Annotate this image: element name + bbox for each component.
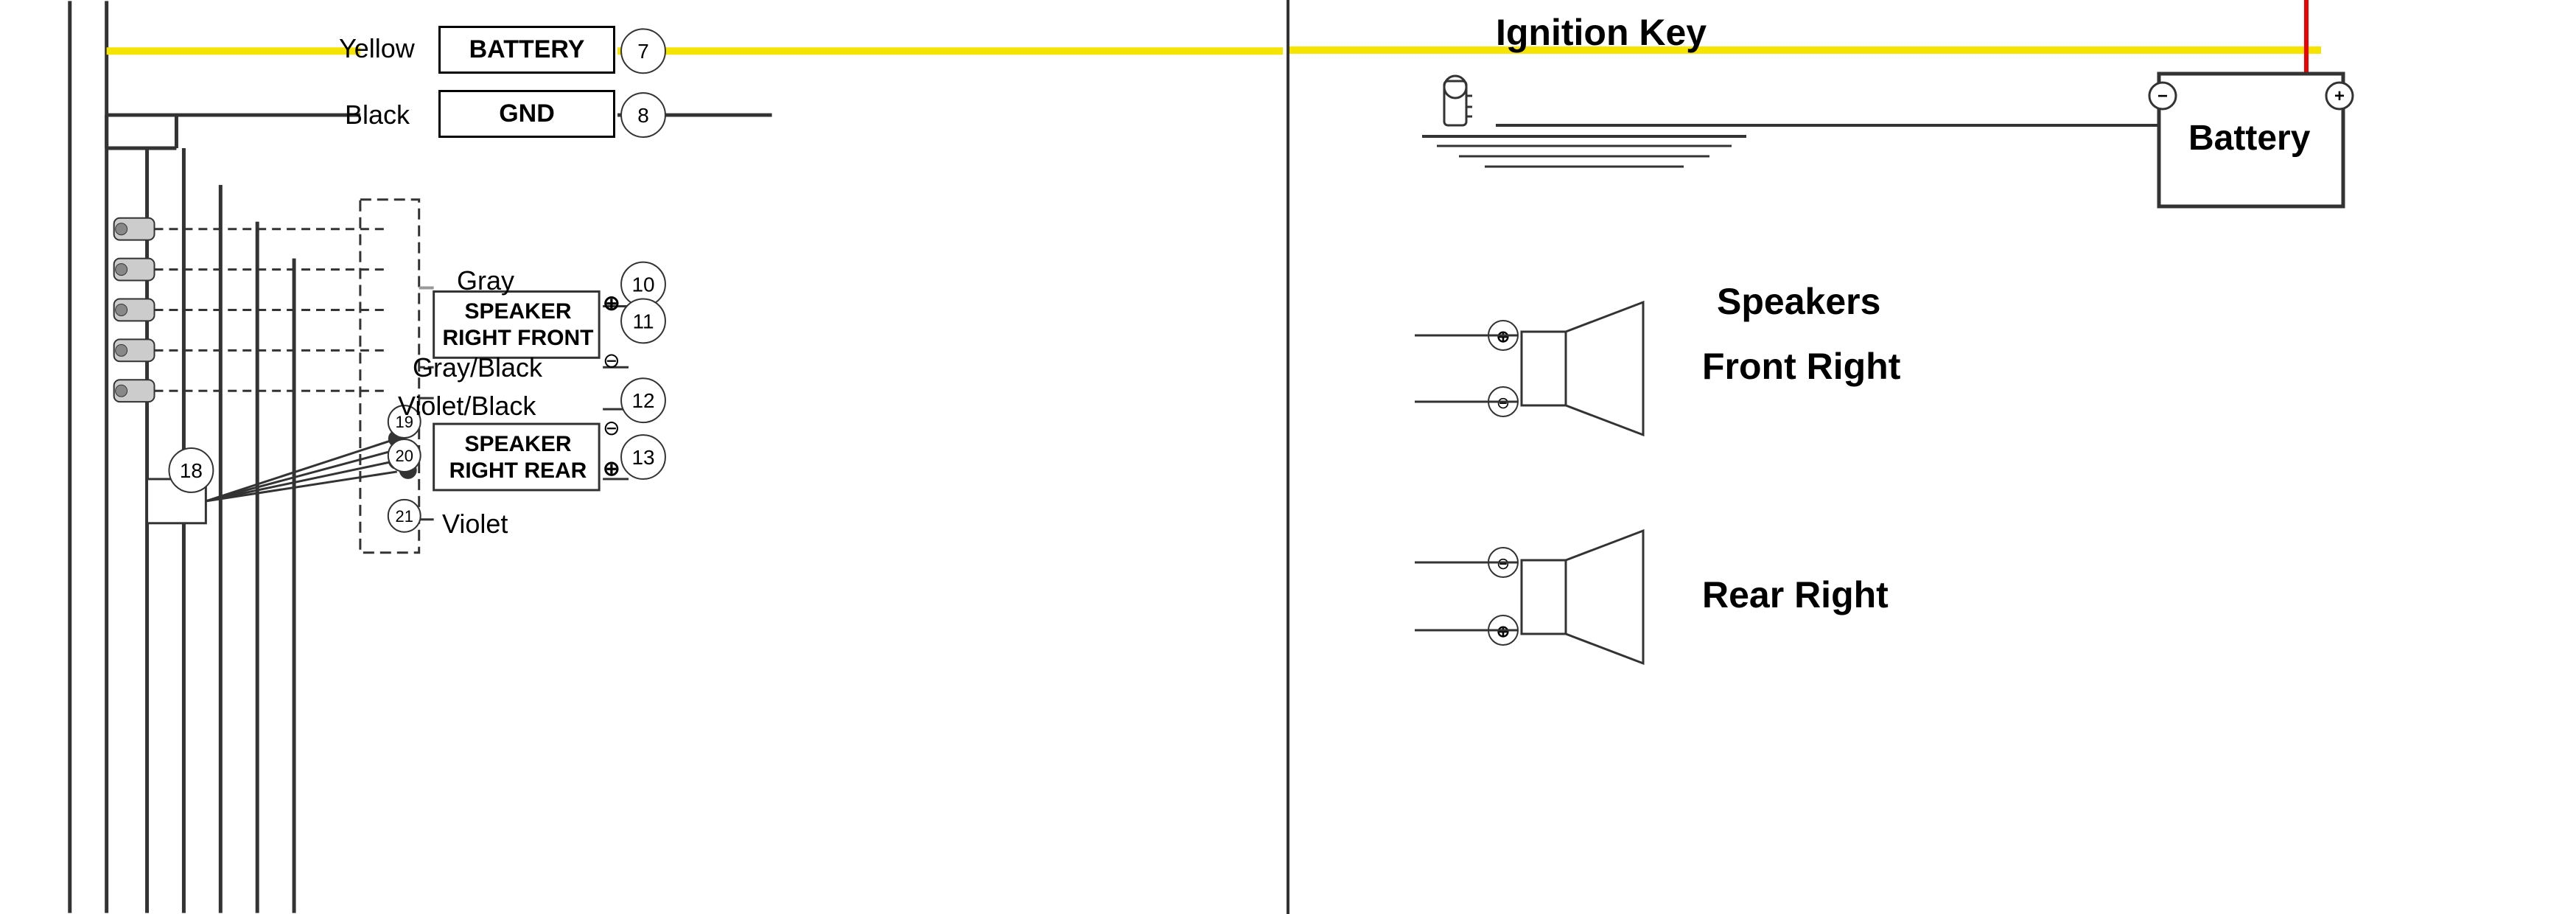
svg-text:11: 11	[633, 310, 654, 332]
gray-black-wire-label: Gray/Black	[413, 352, 542, 383]
gnd-box: GND	[438, 90, 615, 138]
svg-text:12: 12	[631, 389, 654, 412]
battery-label: Battery	[2188, 118, 2310, 158]
svg-text:20: 20	[396, 447, 413, 465]
svg-text:21: 21	[396, 507, 413, 526]
rear-right-label: Rear Right	[1702, 573, 1889, 616]
svg-text:⊕: ⊕	[603, 457, 620, 480]
speaker-rf-box: SPEAKER RIGHT FRONT	[436, 293, 600, 357]
left-panel: ⊕ ⊖ ⊖ ⊕ 7 8 10	[0, 0, 1289, 914]
yellow-wire-label: Yellow	[339, 33, 415, 64]
speakers-label: Speakers	[1717, 280, 1880, 323]
svg-text:8: 8	[637, 104, 649, 127]
violet-black-wire-label: Violet/Black	[398, 391, 536, 422]
violet-wire-label: Violet	[442, 509, 508, 540]
speaker-rr-box: SPEAKER RIGHT REAR	[436, 425, 600, 490]
svg-text:⊖: ⊖	[603, 349, 620, 371]
svg-text:−: −	[2157, 86, 2168, 106]
black-wire-label: Black	[345, 100, 410, 130]
svg-text:⊕: ⊕	[603, 291, 620, 314]
svg-text:⊖: ⊖	[603, 416, 620, 439]
svg-text:7: 7	[637, 40, 649, 63]
diagram-container: ⊕ ⊖ ⊖ ⊕ 7 8 10	[0, 0, 2576, 914]
front-right-label: Front Right	[1702, 345, 1900, 388]
svg-text:+: +	[2334, 86, 2345, 106]
gray-wire-label: Gray	[457, 265, 514, 296]
svg-text:18: 18	[180, 459, 203, 482]
svg-text:10: 10	[631, 273, 654, 296]
ignition-key-label: Ignition Key	[1496, 11, 1707, 54]
battery-box: BATTERY	[438, 26, 615, 74]
right-panel: − +	[1289, 0, 2576, 914]
svg-text:13: 13	[631, 446, 654, 469]
